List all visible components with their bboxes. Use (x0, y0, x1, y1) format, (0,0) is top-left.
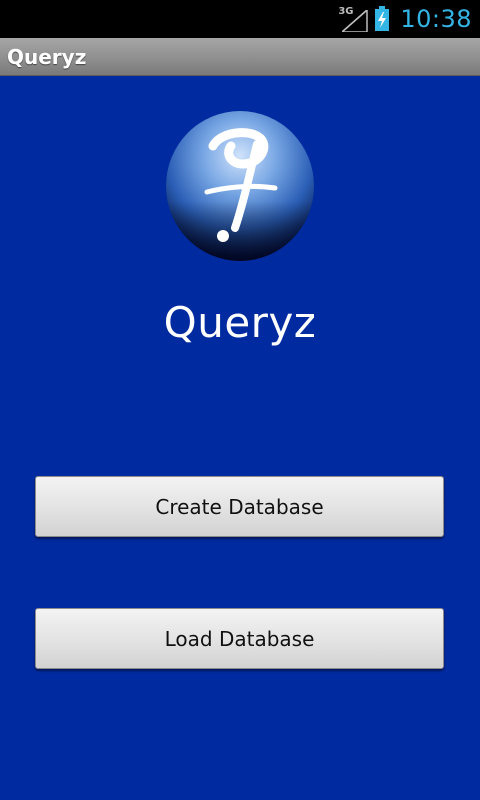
title-bar: Queryz (0, 38, 480, 76)
app-name-heading: Queryz (163, 298, 317, 347)
status-bar: 3G 10:38 (0, 0, 480, 38)
app-title: Queryz (7, 45, 87, 69)
status-icons: 3G 10:38 (338, 0, 472, 38)
clock: 10:38 (400, 5, 472, 33)
queryz-logo-icon (165, 108, 315, 262)
create-database-label: Create Database (155, 494, 324, 519)
battery-charging-icon (374, 6, 390, 32)
signal-icon: 3G (338, 6, 369, 32)
create-database-button[interactable]: Create Database (35, 476, 444, 537)
main-content: Queryz Create Database Load Database (0, 76, 480, 800)
load-database-button[interactable]: Load Database (35, 608, 444, 669)
load-database-label: Load Database (164, 626, 315, 651)
